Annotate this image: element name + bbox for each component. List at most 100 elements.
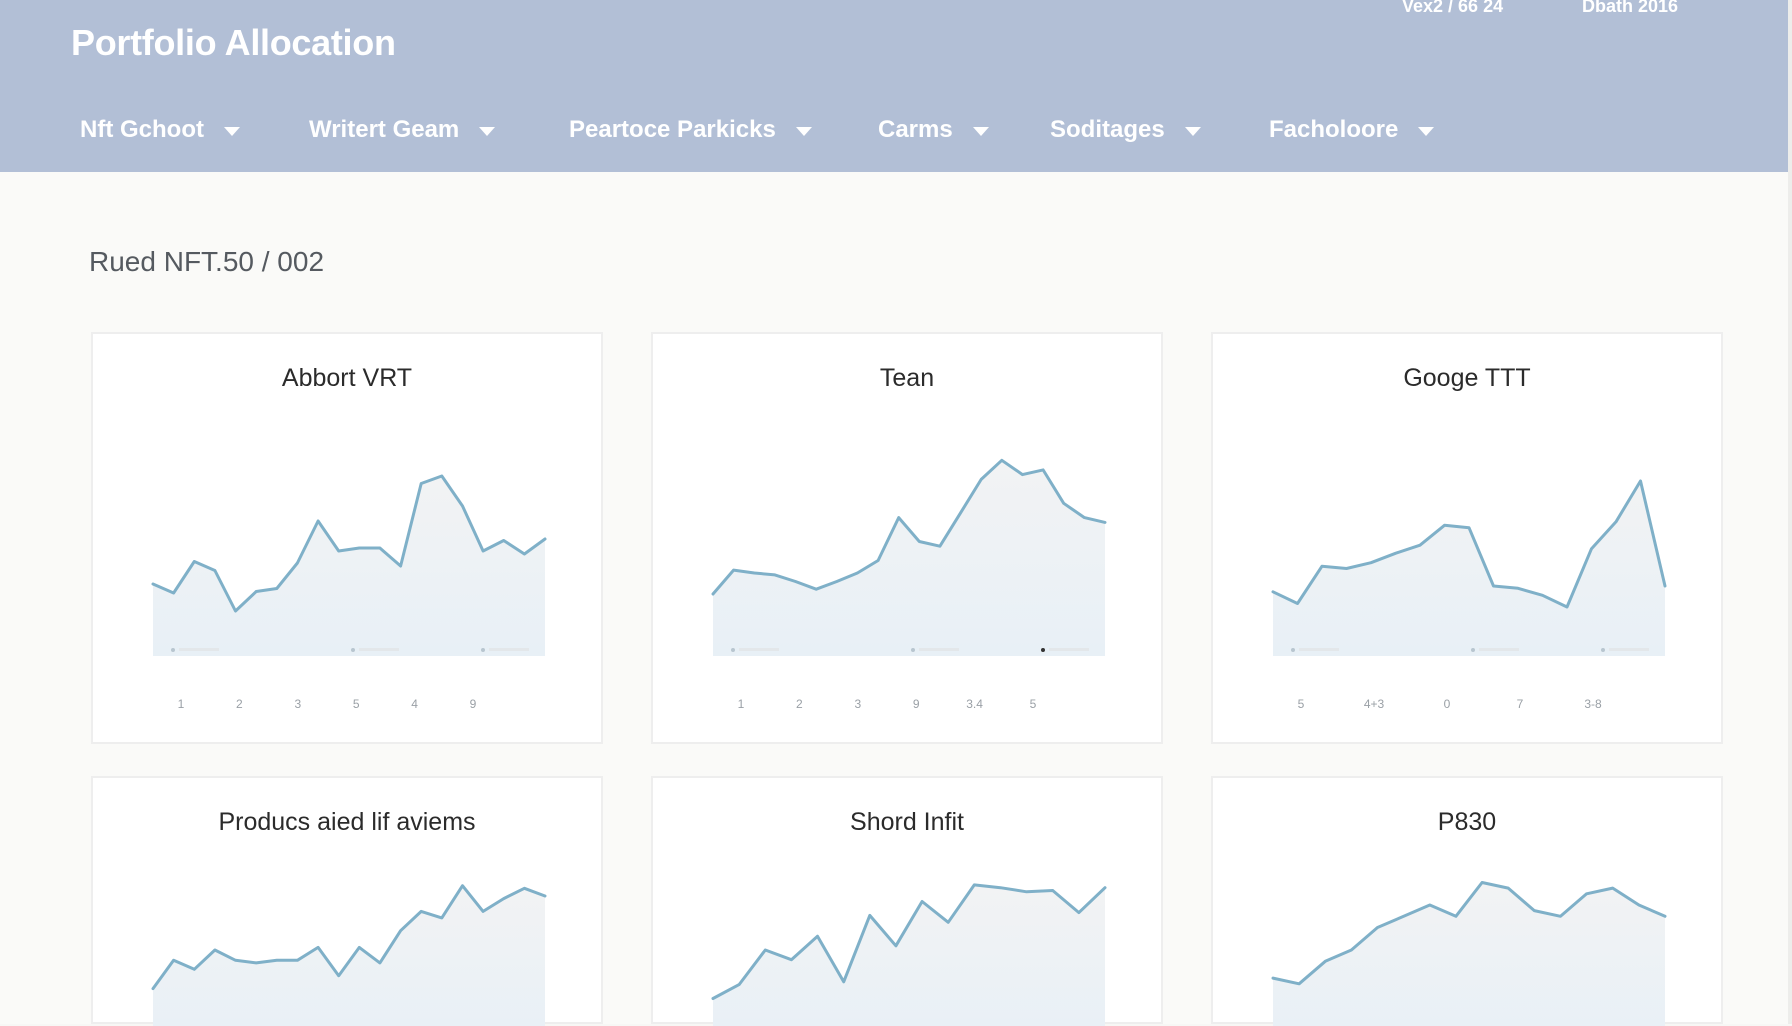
data-point <box>1590 548 1592 550</box>
data-point <box>1429 904 1431 906</box>
data-point <box>1324 960 1326 962</box>
x-tick-label: 2 <box>796 697 803 711</box>
legend-marker <box>1601 648 1605 652</box>
data-point <box>973 884 975 886</box>
nav-item-label: Carms <box>878 116 953 144</box>
chart-area <box>153 476 545 656</box>
chart-card[interactable]: Googe TTT 54+3073-8 <box>1211 332 1723 744</box>
x-tick-label: 4 <box>411 697 418 711</box>
legend-text <box>919 648 959 651</box>
chart-svg: 123549 <box>93 334 605 746</box>
nav-item-label: Peartoce Parkicks <box>569 116 776 144</box>
data-point <box>790 959 792 961</box>
data-point <box>276 959 278 961</box>
chart-card[interactable]: Tean 12393.45 <box>651 332 1163 744</box>
data-point <box>815 588 817 590</box>
data-point <box>420 482 422 484</box>
data-point <box>877 559 879 561</box>
data-point <box>1350 949 1352 951</box>
data-point <box>234 959 236 961</box>
legend-marker <box>351 648 355 652</box>
header-meta-right: Dbath 2016 <box>1582 0 1678 17</box>
data-point <box>895 945 897 947</box>
data-point <box>1639 480 1641 482</box>
data-point <box>338 975 340 977</box>
data-point <box>764 949 766 951</box>
legend-marker <box>1041 648 1045 652</box>
data-point <box>1638 904 1640 906</box>
data-point <box>503 897 505 899</box>
data-point <box>1001 459 1003 461</box>
nav-item-writert-geam[interactable]: Writert Geam <box>309 110 495 150</box>
data-point <box>921 900 923 902</box>
nav-item-peartoce-parkicks[interactable]: Peartoce Parkicks <box>569 110 812 150</box>
data-point <box>152 987 154 989</box>
page-subtitle: Rued NFT.50 / 002 <box>89 246 324 278</box>
nav-item-soditages[interactable]: Soditages <box>1050 110 1201 150</box>
data-point <box>461 505 463 507</box>
chart-card[interactable]: Producs aied lif aviems <box>91 776 603 1024</box>
header-meta-left: Vex2 / 66 24 <box>1402 0 1503 17</box>
data-point <box>399 565 401 567</box>
window-edge <box>1788 0 1792 1024</box>
chevron-down-icon <box>1418 127 1434 136</box>
x-tick-label: 3-8 <box>1584 697 1602 711</box>
data-point <box>1345 567 1347 569</box>
data-point <box>1585 893 1587 895</box>
data-point <box>317 946 319 948</box>
data-point <box>214 949 216 951</box>
x-tick-label: 3 <box>854 697 861 711</box>
data-point <box>255 590 257 592</box>
data-point <box>753 572 755 574</box>
legend-text <box>489 648 529 651</box>
chart-card[interactable]: Shord Infit <box>651 776 1163 1024</box>
nav-item-label: Writert Geam <box>309 116 459 144</box>
legend-marker <box>731 648 735 652</box>
chevron-down-icon <box>479 127 495 136</box>
chart-svg <box>653 778 1165 1026</box>
data-point <box>794 580 796 582</box>
data-point <box>1272 977 1274 979</box>
x-tick-label: 5 <box>353 697 360 711</box>
data-point <box>523 553 525 555</box>
x-tick-label: 4+3 <box>1364 697 1385 711</box>
chart-area <box>1273 883 1665 1026</box>
data-point <box>1507 887 1509 889</box>
data-point <box>441 917 443 919</box>
legend-text <box>359 648 399 651</box>
chart-svg <box>93 778 605 1026</box>
data-point <box>358 547 360 549</box>
data-point <box>523 887 525 889</box>
x-tick-label: 5 <box>1030 697 1037 711</box>
data-point <box>1042 469 1044 471</box>
data-point <box>1455 915 1457 917</box>
data-point <box>843 981 845 983</box>
chevron-down-icon <box>796 127 812 136</box>
data-point <box>869 914 871 916</box>
app-window: Portfolio Allocation Vex2 / 66 24 Dbath … <box>0 0 1792 1024</box>
data-point <box>999 887 1001 889</box>
data-point <box>1559 915 1561 917</box>
x-tick-label: 3.4 <box>966 697 983 711</box>
data-point <box>441 475 443 477</box>
data-point <box>1612 887 1614 889</box>
data-point <box>296 562 298 564</box>
data-point <box>503 539 505 541</box>
nav-item-facholoore[interactable]: Facholoore <box>1269 110 1434 150</box>
chart-card[interactable]: Abbort VRT 123549 <box>91 332 603 744</box>
legend-text <box>1609 648 1649 651</box>
chart-area <box>713 460 1105 656</box>
nav-item-carms[interactable]: Carms <box>878 110 989 150</box>
data-point <box>816 935 818 937</box>
x-tick-label: 5 <box>1298 697 1305 711</box>
chevron-down-icon <box>1185 127 1201 136</box>
chart-card[interactable]: P830 <box>1211 776 1723 1024</box>
data-point <box>1664 585 1666 587</box>
data-point <box>1063 502 1065 504</box>
legend-text <box>1479 648 1519 651</box>
nav-item-nft-gchoot[interactable]: Nft Gchoot <box>80 110 240 150</box>
data-point <box>193 968 195 970</box>
data-point <box>338 550 340 552</box>
data-point <box>1541 594 1543 596</box>
data-point <box>1083 516 1085 518</box>
